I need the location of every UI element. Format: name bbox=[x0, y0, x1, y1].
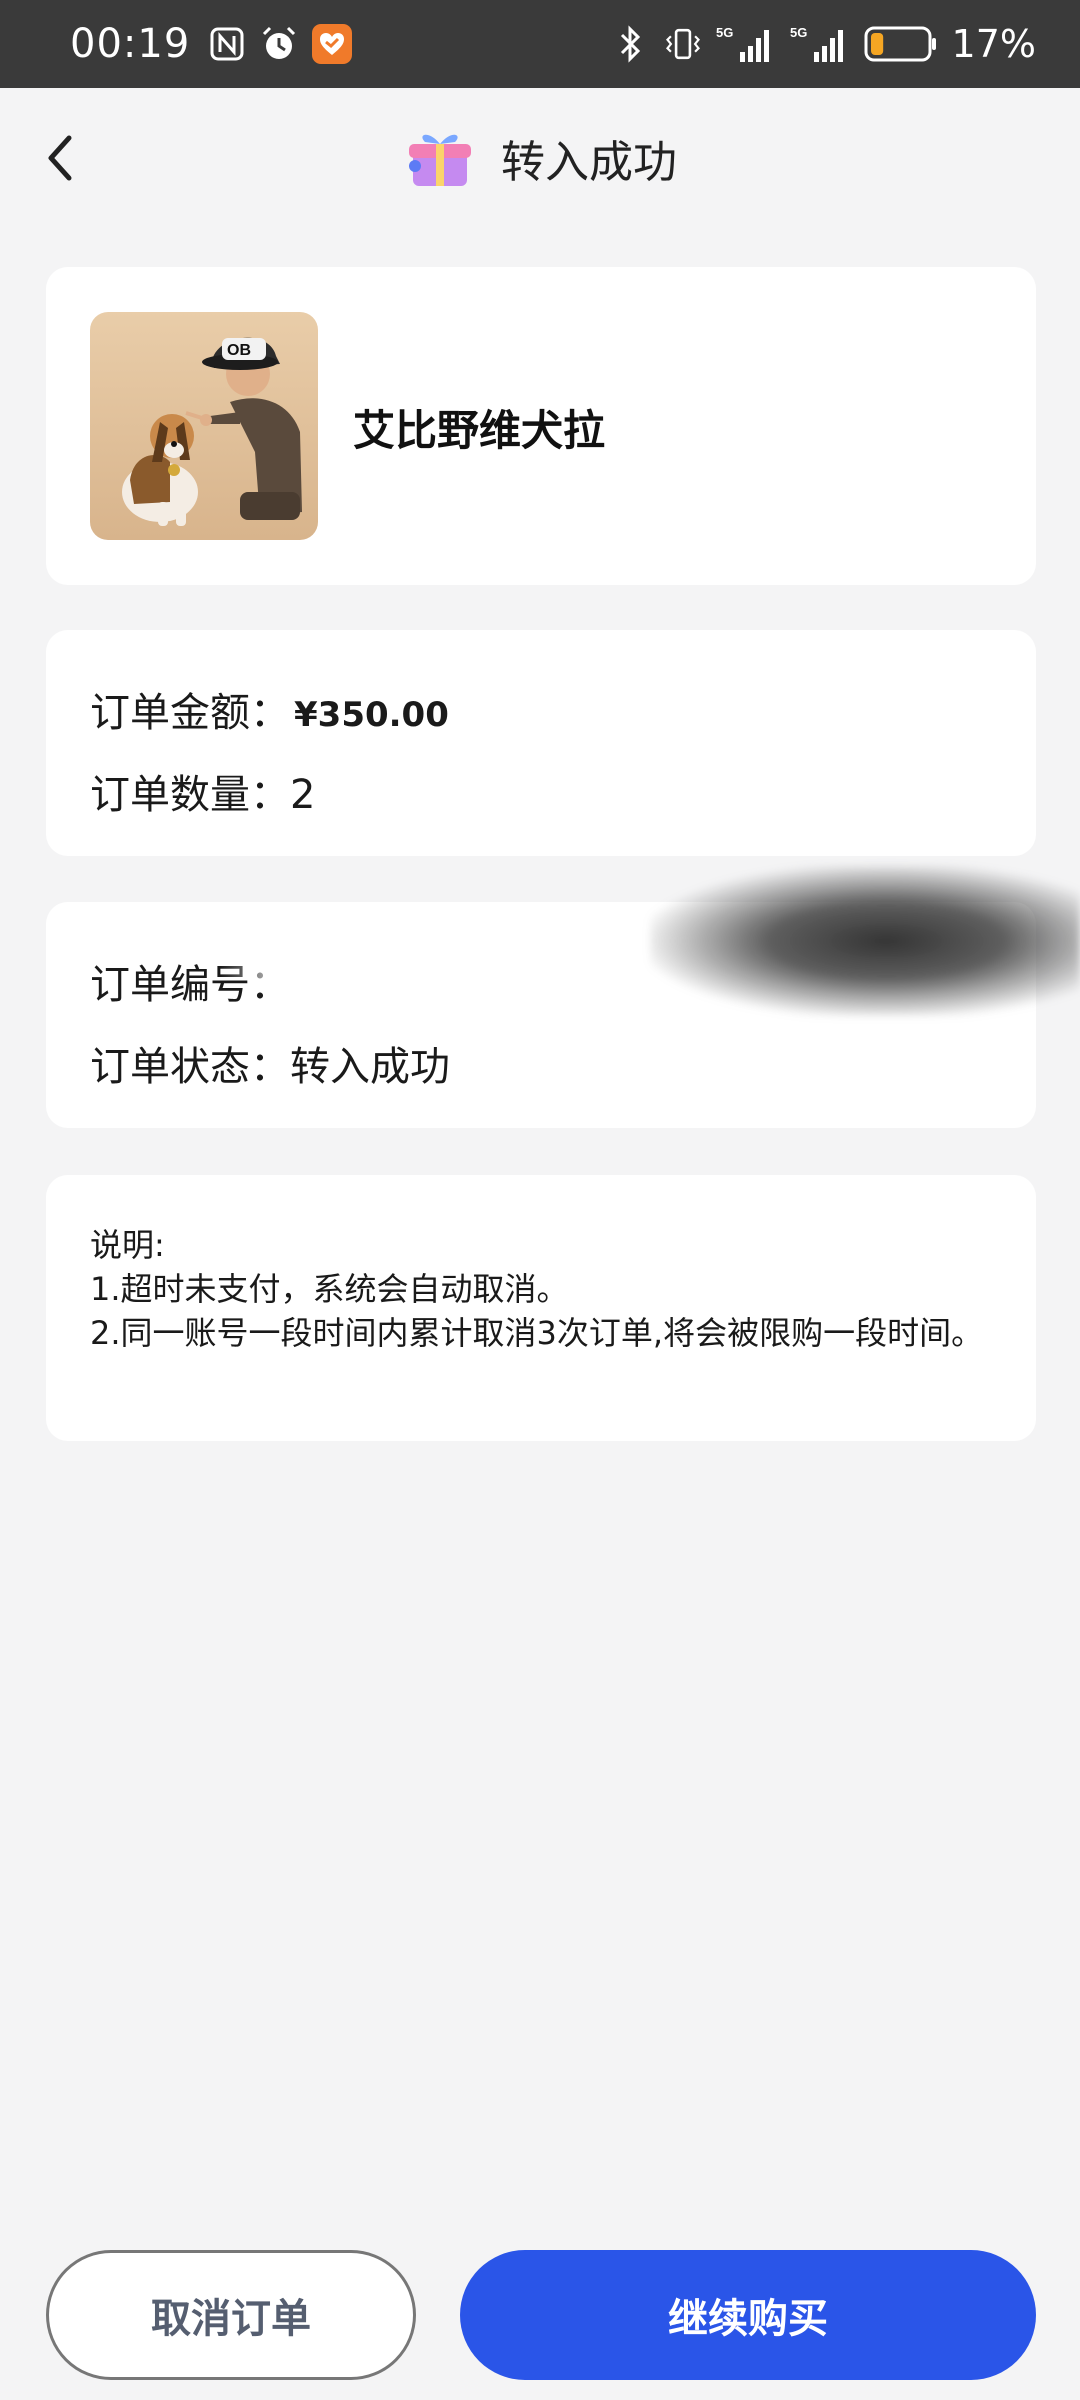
clock: 00:19 bbox=[70, 21, 191, 67]
network-label: 5G bbox=[790, 25, 807, 40]
order-quantity-row: 订单数量： 2 bbox=[90, 762, 315, 820]
redaction-fade bbox=[220, 920, 340, 980]
cancel-order-button[interactable]: 取消订单 bbox=[46, 2250, 416, 2380]
battery-percentage: 17% bbox=[951, 22, 1036, 66]
back-button[interactable] bbox=[30, 128, 90, 188]
alarm-icon bbox=[260, 25, 298, 63]
order-amount-value: ¥350.00 bbox=[294, 695, 449, 735]
order-quantity-value: 2 bbox=[290, 772, 316, 818]
order-summary-card: 订单金额： ¥350.00 订单数量： 2 bbox=[46, 630, 1036, 856]
battery-icon bbox=[864, 25, 938, 63]
status-bar: 00:19 5G 5G 17% bbox=[0, 0, 1080, 88]
product-name: 艾比野维犬拉 bbox=[353, 406, 606, 455]
network-label: 5G bbox=[716, 25, 733, 40]
notice-title: 说明: bbox=[90, 1226, 165, 1264]
page-header: 转入成功 bbox=[0, 88, 1080, 228]
notice-text: 说明: 1.超时未支付，系统会自动取消。 2.同一账号一段时间内累计取消3次订单… bbox=[90, 1223, 990, 1355]
order-amount-label: 订单金额： bbox=[90, 690, 290, 736]
continue-purchase-button[interactable]: 继续购买 bbox=[460, 2250, 1036, 2380]
nfc-icon bbox=[208, 25, 246, 63]
chevron-left-icon bbox=[48, 135, 72, 181]
app-notification-icon bbox=[312, 24, 353, 64]
order-amount-row: 订单金额： ¥350.00 bbox=[90, 680, 449, 738]
signal-icon: 5G bbox=[790, 25, 850, 63]
order-quantity-label: 订单数量： bbox=[90, 772, 290, 818]
svg-text:OB: OB bbox=[227, 342, 251, 359]
order-status-label: 订单状态： bbox=[90, 1044, 290, 1090]
page-title: 转入成功 bbox=[501, 137, 677, 188]
notice-line-2: 2.同一账号一段时间内累计取消3次订单,将会被限购一段时间。 bbox=[90, 1314, 984, 1352]
vibrate-icon bbox=[664, 25, 702, 63]
order-status-row: 订单状态： 转入成功 bbox=[90, 1034, 450, 1092]
signal-icon: 5G bbox=[716, 25, 776, 63]
gift-icon bbox=[403, 126, 479, 190]
product-image[interactable]: OB bbox=[90, 312, 318, 540]
redaction-smudge bbox=[650, 866, 1080, 1016]
product-card: OB 艾比野维犬拉 bbox=[46, 267, 1036, 585]
notice-line-1: 1.超时未支付，系统会自动取消。 bbox=[90, 1270, 569, 1308]
bluetooth-icon bbox=[612, 25, 650, 63]
order-status-value: 转入成功 bbox=[290, 1044, 450, 1090]
notice-card: 说明: 1.超时未支付，系统会自动取消。 2.同一账号一段时间内累计取消3次订单… bbox=[46, 1175, 1036, 1441]
